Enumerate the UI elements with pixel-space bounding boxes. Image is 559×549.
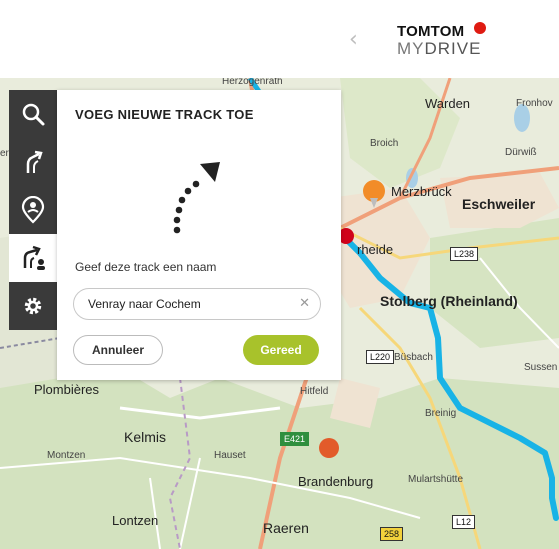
place-herzogenrath: Herzogenrath [222,78,283,87]
place-hauset: Hauset [214,450,246,461]
dialog-title: VOEG NIEUWE TRACK TOE [75,107,254,122]
place-brandenburg: Brandenburg [298,474,374,489]
settings-button[interactable] [9,282,57,330]
cancel-button[interactable]: Annuleer [73,335,163,365]
road-badge-258: 258 [380,527,404,541]
search-button[interactable] [9,90,57,138]
place-lontzen: Lontzen [112,513,159,528]
place-sussen: Sussen [524,362,558,373]
logo-mark-icon [474,22,486,34]
track-name-prompt: Geef deze track een naam [75,260,217,274]
road-badge-l238: L238 [450,247,479,261]
road-badge-l220: L220 [366,350,395,364]
logo-brand: TOMTOM [397,23,465,40]
tracks-button[interactable] [9,234,57,282]
search-icon [22,103,45,126]
add-track-dialog: VOEG NIEUWE TRACK TOE Geef deze track ee… [57,90,341,380]
place-eschweiler: Eschweiler [462,196,536,212]
place-haaren: rheide [357,242,394,257]
place-durwiss: Dürwiß [505,147,537,158]
place-broich: Broich [370,138,399,149]
gear-icon [24,297,42,315]
place-breinig: Breinig [425,408,457,419]
track-name-input[interactable]: Venray naar Cochem ✕ [73,288,321,320]
place-warden: Warden [425,96,471,111]
chevron-left-icon[interactable]: ‹ [349,27,358,52]
sidebar [9,90,57,330]
place-busbach: Büsbach [394,352,433,363]
road-badge-l12: L12 [452,515,476,529]
location-pin-icon [21,196,45,224]
logo-product: MYDRIVE [397,39,481,59]
dotted-track-arrow-icon [173,162,220,234]
road-badge-e421: E421 [280,432,310,446]
logo-my: MY [397,39,425,58]
app-header: ‹ TOMTOM MYDRIVE [0,0,559,78]
place-montzen: Montzen [47,450,86,461]
place-kelmis: Kelmis [124,429,167,445]
place-stolberg: Stolberg (Rheinland) [380,293,518,309]
done-button[interactable]: Gereed [243,335,319,365]
place-mulartshutte: Mulartshütte [408,474,464,485]
track-icon [23,245,45,270]
place-merzbruck: Merzbrück [391,184,452,199]
my-places-button[interactable] [9,186,57,234]
place-hitfeld: Hitfeld [300,386,329,397]
tomtom-mydrive-logo: TOMTOM MYDRIVE [397,24,481,59]
place-raeren: Raeren [263,520,309,536]
logo-drive: DRIVE [424,39,482,58]
route-button[interactable] [9,138,57,186]
place-fronhoven: Fronhov [516,98,553,109]
route-icon [26,150,43,173]
clear-icon[interactable]: ✕ [299,296,310,311]
car-service-poi-icon [319,438,339,458]
track-name-value: Venray naar Cochem [88,297,201,311]
place-plombieres: Plombières [34,382,100,397]
